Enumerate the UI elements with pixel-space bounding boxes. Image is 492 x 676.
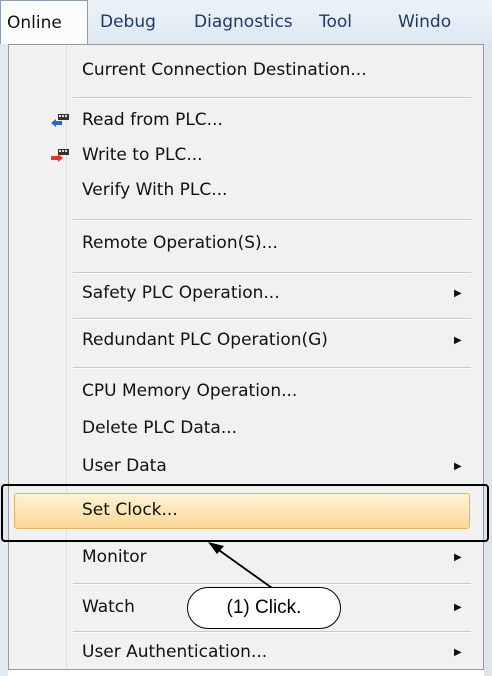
menu-separator bbox=[73, 367, 471, 369]
menu-item-label: CPU Memory Operation... bbox=[82, 381, 298, 401]
write-to-plc-icon bbox=[51, 149, 69, 162]
menu-online[interactable]: Online bbox=[0, 0, 88, 45]
annotation-outline-box bbox=[1, 484, 489, 542]
submenu-arrow-icon: ▶ bbox=[454, 647, 462, 658]
menu-item-label: Watch bbox=[82, 597, 135, 617]
menu-item-label: Delete PLC Data... bbox=[82, 418, 238, 438]
menu-separator bbox=[73, 272, 471, 274]
menu-item-label: Write to PLC... bbox=[82, 145, 203, 165]
background-window-edge bbox=[0, 44, 8, 676]
menu-debug[interactable]: Debug bbox=[100, 0, 156, 44]
menu-icon-gutter bbox=[9, 45, 67, 669]
submenu-arrow-icon: ▶ bbox=[454, 461, 462, 472]
menu-separator bbox=[73, 631, 471, 633]
read-from-plc-icon bbox=[51, 114, 69, 127]
menu-window[interactable]: Windo bbox=[398, 0, 451, 44]
menu-item-label: Safety PLC Operation... bbox=[82, 283, 280, 303]
submenu-arrow-icon: ▶ bbox=[454, 602, 462, 613]
menu-tool[interactable]: Tool bbox=[319, 0, 352, 44]
submenu-arrow-icon: ▶ bbox=[454, 335, 462, 346]
menu-item-label: Remote Operation(S)... bbox=[82, 233, 278, 253]
menu-separator bbox=[73, 97, 471, 99]
menu-item-label: Monitor bbox=[82, 547, 147, 567]
menu-item-label: User Data bbox=[82, 456, 167, 476]
submenu-arrow-icon: ▶ bbox=[454, 552, 462, 563]
menu-separator bbox=[73, 318, 471, 320]
menu-diagnostics[interactable]: Diagnostics bbox=[194, 0, 293, 44]
menu-item-label: Current Connection Destination... bbox=[82, 60, 367, 80]
menu-separator bbox=[73, 219, 471, 221]
menu-item-label: Redundant PLC Operation(G) bbox=[82, 330, 328, 350]
menu-item-label: Read from PLC... bbox=[82, 110, 223, 130]
submenu-arrow-icon: ▶ bbox=[454, 288, 462, 299]
menu-item-label: Verify With PLC... bbox=[82, 180, 228, 200]
background-window-edge-right bbox=[484, 44, 492, 676]
menu-bar: Online Debug Diagnostics Tool Windo bbox=[0, 0, 492, 45]
menu-item-label: User Authentication... bbox=[82, 642, 268, 662]
annotation-callout: (1) Click. bbox=[187, 587, 341, 629]
